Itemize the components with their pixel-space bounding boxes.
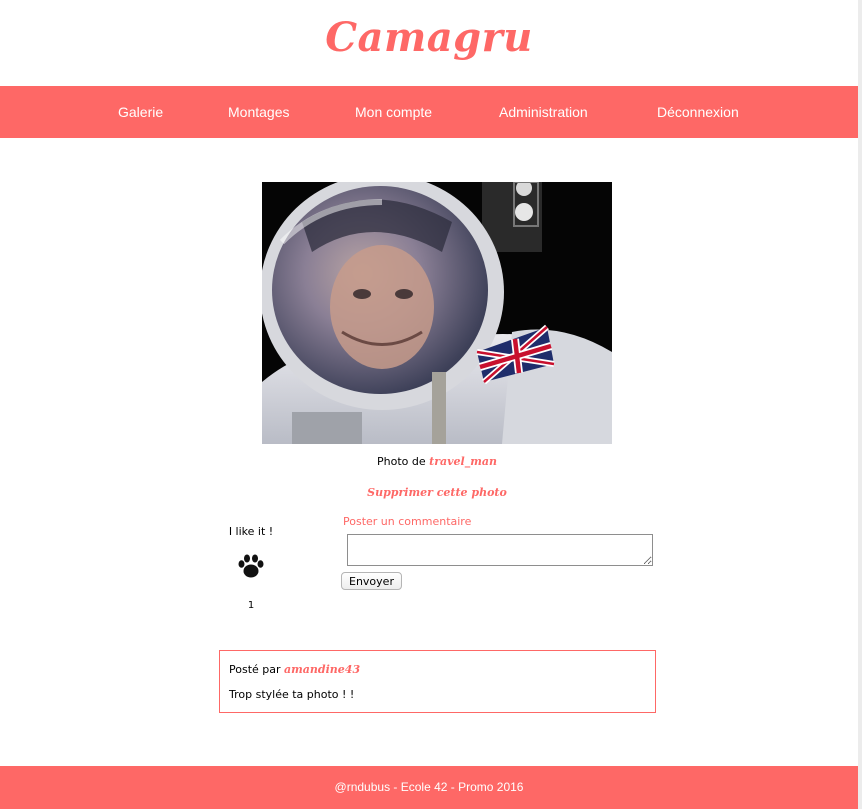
like-label: I like it ! bbox=[228, 525, 274, 538]
like-count: 1 bbox=[247, 600, 255, 611]
like-section: I like it ! 1 bbox=[220, 525, 282, 611]
window-edge bbox=[858, 0, 862, 809]
paw-icon[interactable] bbox=[237, 552, 265, 580]
comment-meta: Posté par amandine43 bbox=[229, 663, 360, 676]
comment-prefix: Posté par bbox=[229, 663, 281, 676]
astronaut-photo-illustration bbox=[262, 182, 612, 444]
site-title: Camagru bbox=[325, 14, 533, 61]
photo-caption: Photo de travel_man bbox=[262, 455, 612, 468]
photo-author-link[interactable]: travel_man bbox=[429, 455, 497, 468]
nav-mon-compte[interactable]: Mon compte bbox=[355, 86, 432, 138]
page-footer: @rndubus - Ecole 42 - Promo 2016 bbox=[0, 766, 858, 809]
comment-author-link[interactable]: amandine43 bbox=[284, 663, 360, 676]
photo-image bbox=[262, 182, 612, 444]
nav-deconnexion[interactable]: Déconnexion bbox=[657, 86, 739, 138]
comment-form-title: Poster un commentaire bbox=[343, 515, 472, 528]
comment-text: Trop stylée ta photo ! ! bbox=[229, 688, 355, 701]
main-navbar: Galerie Montages Mon compte Administrati… bbox=[0, 86, 858, 138]
nav-montages[interactable]: Montages bbox=[228, 86, 289, 138]
comment-card: Posté par amandine43 Trop stylée ta phot… bbox=[219, 650, 656, 713]
nav-administration[interactable]: Administration bbox=[499, 86, 588, 138]
nav-galerie[interactable]: Galerie bbox=[118, 86, 163, 138]
caption-prefix: Photo de bbox=[377, 455, 426, 468]
comment-textarea[interactable] bbox=[347, 534, 653, 566]
delete-photo-link[interactable]: Supprimer cette photo bbox=[367, 486, 507, 499]
delete-photo-row: Supprimer cette photo bbox=[262, 481, 612, 500]
footer-text: @rndubus - Ecole 42 - Promo 2016 bbox=[334, 780, 524, 794]
send-comment-button[interactable]: Envoyer bbox=[341, 572, 402, 590]
